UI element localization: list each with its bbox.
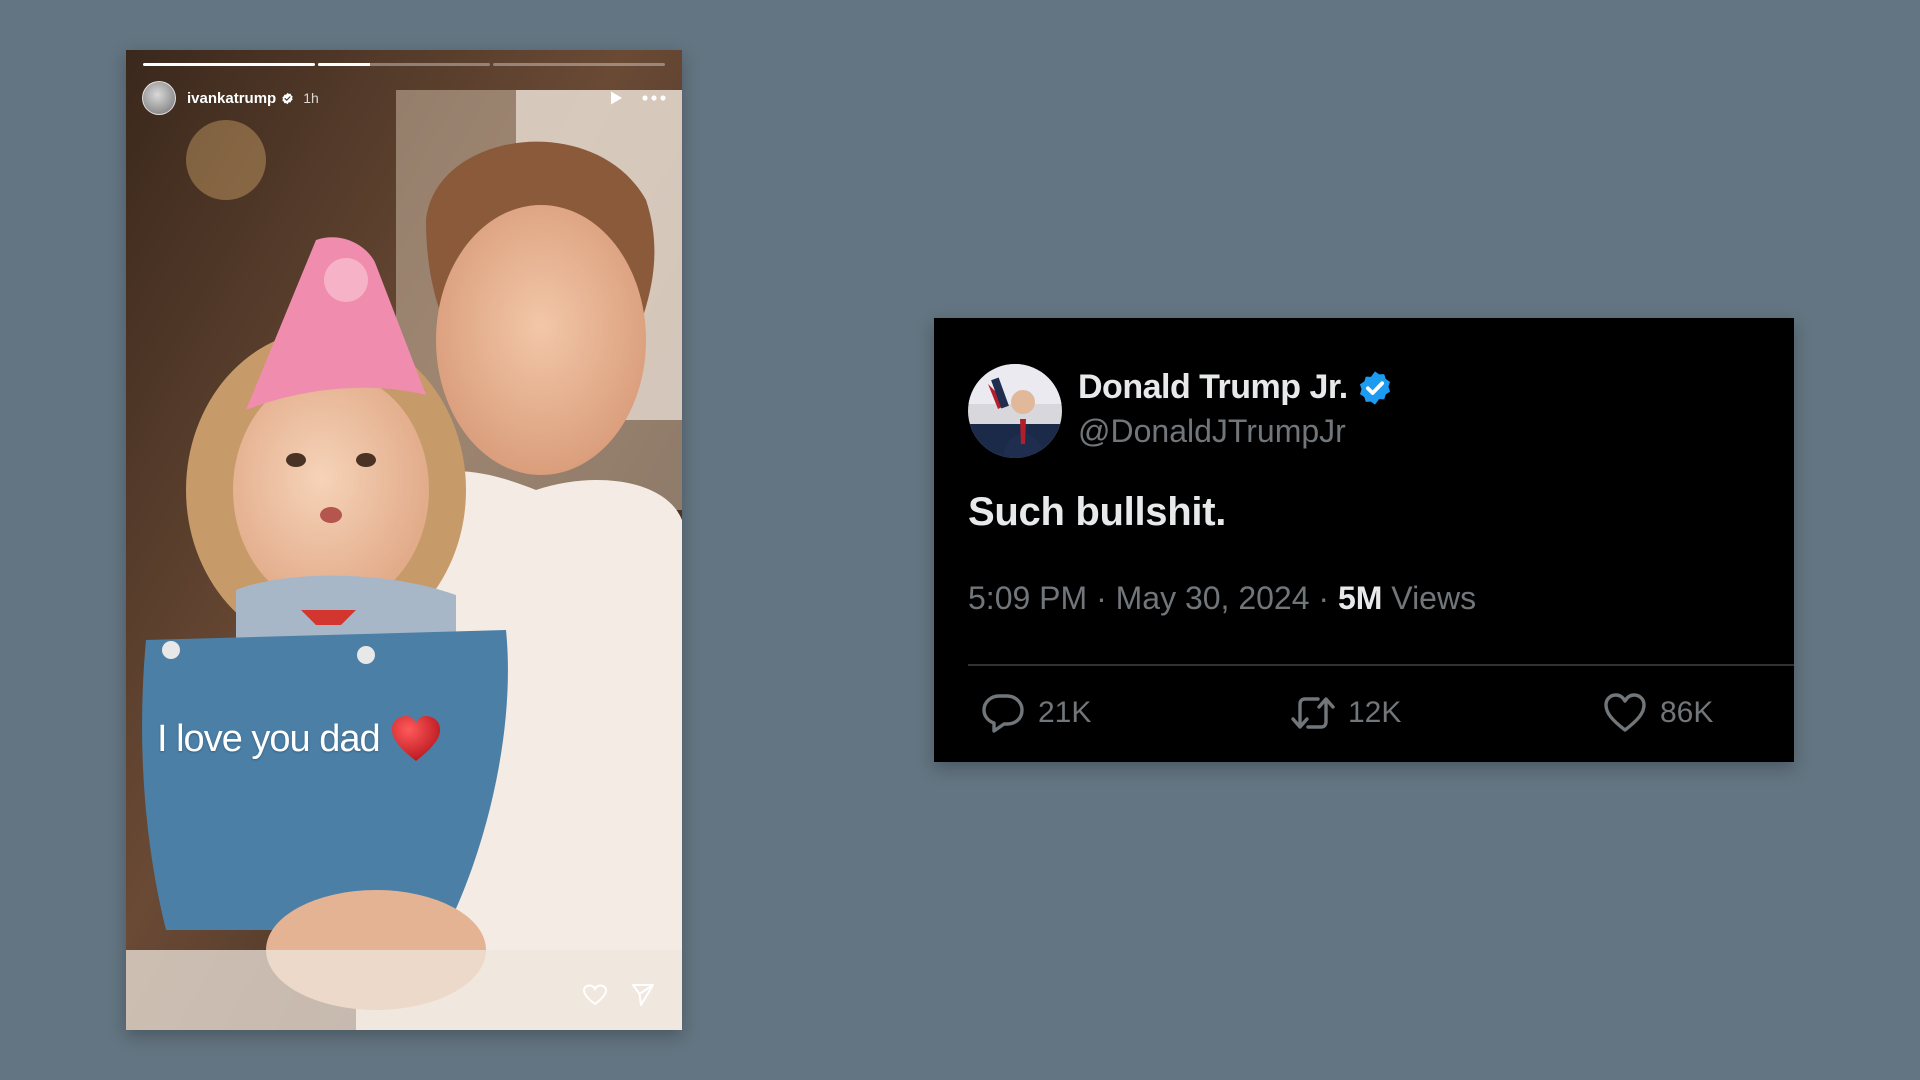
send-icon[interactable] bbox=[630, 982, 656, 1008]
story-header: ivankatrump 1h bbox=[142, 80, 666, 116]
verified-badge-icon bbox=[1359, 370, 1390, 405]
tweet-metadata: 5:09 PM · May 30, 2024 · 5M Views bbox=[968, 580, 1476, 617]
heart-outline-icon[interactable] bbox=[582, 982, 608, 1008]
progress-fill bbox=[318, 63, 370, 66]
views-count: 5M bbox=[1337, 580, 1383, 616]
story-caption-text: I love you dad bbox=[157, 717, 381, 760]
story-progress-bar bbox=[143, 63, 665, 66]
story-timestamp: 1h bbox=[303, 90, 319, 106]
tweet-text: Such bullshit. bbox=[968, 490, 1227, 534]
story-footer bbox=[582, 982, 656, 1008]
display-name[interactable]: Donald Trump Jr. bbox=[1078, 368, 1348, 407]
tweet-actions: 21K 12K 86K bbox=[980, 690, 1760, 740]
tweet-header: Donald Trump Jr. @DonaldJTrumpJr bbox=[968, 364, 1394, 458]
like-count: 86K bbox=[1660, 696, 1714, 729]
verified-badge-icon bbox=[282, 92, 293, 104]
tweet-timestamp[interactable]: 5:09 PM · May 30, 2024 · bbox=[968, 580, 1338, 616]
progress-fill bbox=[143, 63, 315, 66]
retweet-icon bbox=[1291, 697, 1335, 729]
story-caption: I love you dad bbox=[157, 715, 442, 763]
story-username[interactable]: ivankatrump bbox=[187, 90, 276, 107]
profile-avatar[interactable] bbox=[142, 81, 176, 115]
reply-icon bbox=[982, 694, 1024, 733]
heart-icon bbox=[1604, 693, 1646, 732]
tweet-author: Donald Trump Jr. @DonaldJTrumpJr bbox=[1078, 368, 1394, 450]
user-handle[interactable]: @DonaldJTrumpJr bbox=[1078, 413, 1394, 450]
story-controls bbox=[608, 90, 666, 106]
more-horizontal-icon[interactable] bbox=[642, 94, 666, 102]
progress-segment bbox=[493, 63, 665, 66]
instagram-story: ivankatrump 1h I love you dad bbox=[126, 50, 682, 1030]
views-label: Views bbox=[1382, 580, 1477, 616]
name-row: Donald Trump Jr. bbox=[1078, 368, 1394, 407]
play-icon[interactable] bbox=[608, 90, 624, 106]
story-photo bbox=[126, 50, 682, 1030]
progress-segment bbox=[143, 63, 315, 66]
like-button[interactable]: 86K bbox=[1602, 690, 1713, 736]
red-heart-emoji bbox=[391, 716, 440, 761]
reply-count: 21K bbox=[1038, 696, 1092, 729]
retweet-button[interactable]: 12K bbox=[1290, 690, 1401, 736]
retweet-count: 12K bbox=[1348, 696, 1402, 729]
page-canvas: ivankatrump 1h I love you dad Donald Tru… bbox=[0, 0, 1920, 1080]
progress-segment bbox=[318, 63, 490, 66]
divider bbox=[968, 664, 1794, 666]
avatar[interactable] bbox=[968, 364, 1062, 458]
reply-button[interactable]: 21K bbox=[980, 690, 1091, 736]
tweet-card: Donald Trump Jr. @DonaldJTrumpJr Such bu… bbox=[934, 318, 1794, 762]
